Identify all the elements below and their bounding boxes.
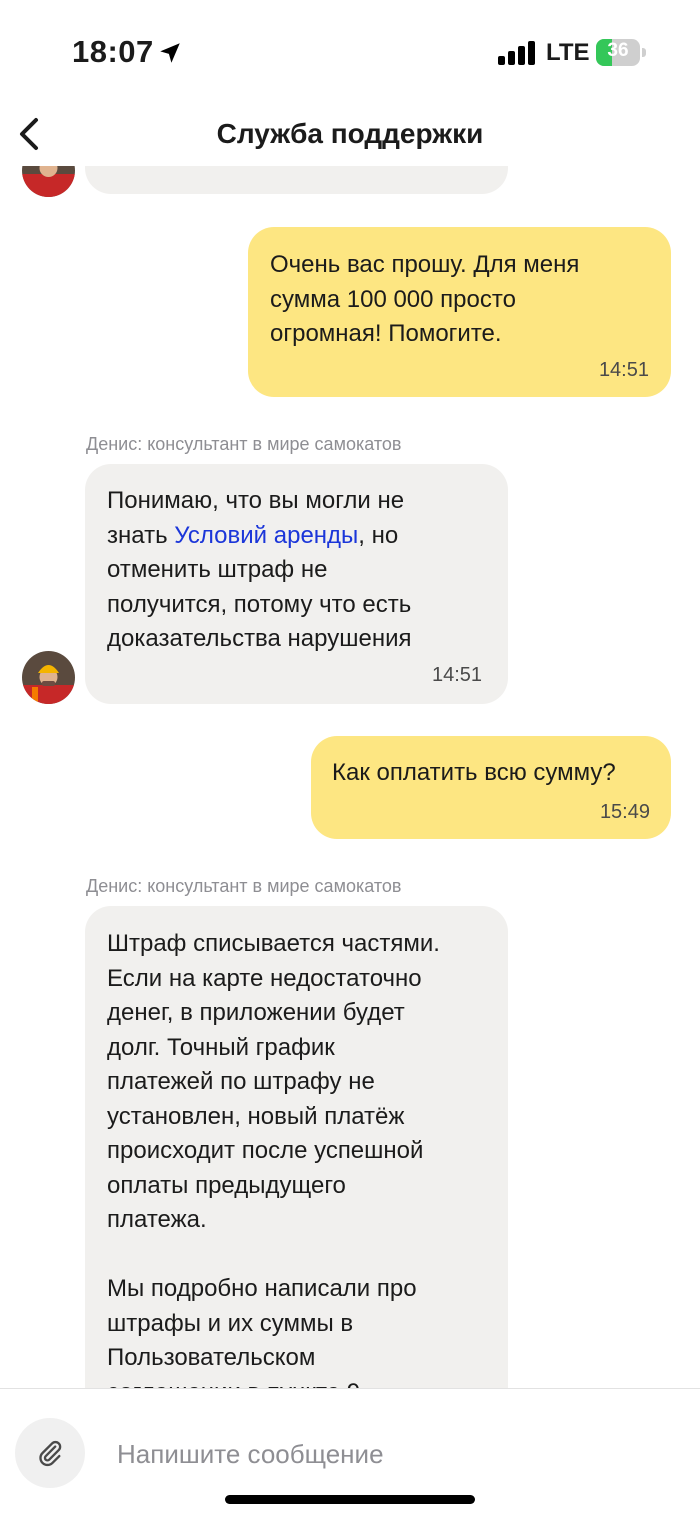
status-bar: 18:07 LTE 36 <box>0 0 700 100</box>
message-input[interactable] <box>105 1429 665 1479</box>
message-incoming: Понимаю, что вы могли не знать Условий а… <box>0 464 700 704</box>
page-title: Служба поддержки <box>216 118 484 149</box>
home-indicator <box>225 1495 475 1504</box>
attach-button[interactable] <box>15 1418 85 1488</box>
message-outgoing: Очень вас прошу. Для меня сумма 100 000 … <box>248 227 671 397</box>
chat-area[interactable]: Очень вас прошу. Для меня сумма 100 000 … <box>0 166 700 1388</box>
network-type: LTE <box>546 39 590 66</box>
rental-terms-link[interactable]: Условий аренды <box>174 522 358 549</box>
status-time: 18:07 <box>72 34 154 69</box>
battery-icon: 36 <box>596 39 646 66</box>
paperclip-icon <box>39 1440 62 1467</box>
message-incoming: Штраф списывается частями. Если на карте… <box>0 906 700 1388</box>
message-bubble <box>85 166 508 194</box>
sender-name: Денис: консультант в мире самокатов <box>86 876 402 896</box>
avatar <box>22 166 75 197</box>
avatar <box>22 651 75 704</box>
message-outgoing: Как оплатить всю сумму? 15:49 <box>311 736 671 839</box>
message-text: Понимаю, что вы могли не знать Условий а… <box>107 487 412 652</box>
message-incoming-partial <box>0 166 700 197</box>
message-text: Как оплатить всю сумму? <box>332 759 616 786</box>
message-time: 15:49 <box>599 801 650 823</box>
message-time: 14:51 <box>598 359 649 381</box>
message-text: Штраф списывается частями. Если на карте… <box>107 930 440 1388</box>
message-time: 14:51 <box>432 664 483 686</box>
battery-percent: 36 <box>607 40 629 61</box>
message-text: Очень вас прошу. Для меня сумма 100 000 … <box>270 251 580 347</box>
location-arrow-icon <box>160 43 180 63</box>
message-composer <box>0 1388 700 1518</box>
cellular-signal-icon <box>498 41 535 65</box>
sender-name: Денис: консультант в мире самокатов <box>86 434 402 454</box>
nav-bar: Служба поддержки <box>0 100 700 166</box>
